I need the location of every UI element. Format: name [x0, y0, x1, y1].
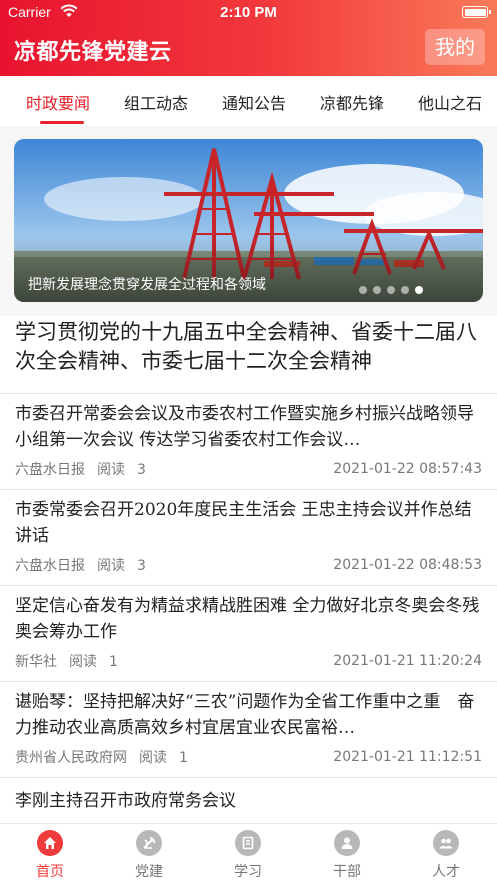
news-item[interactable]: 坚定信心奋发有为精益求精战胜困难 全力做好北京冬奥会冬残奥会筹办工作 新华社 阅读…	[0, 585, 497, 681]
tabbar-label: 人才	[432, 864, 460, 880]
tabbar-item-party[interactable]: 党建	[119, 830, 179, 881]
news-title[interactable]: 李刚主持召开市政府常务会议	[15, 786, 236, 811]
featured-headline[interactable]: 学习贯彻党的十九届五中全会精神、省委十二届八次全会精神、市委七届十二次全会精神	[15, 318, 485, 376]
tabbar-item-home[interactable]: 首页	[20, 830, 80, 881]
tabbar-label: 学习	[234, 864, 262, 880]
tabbar-label: 党建	[135, 864, 163, 880]
read-label: 阅读	[97, 558, 125, 574]
party-emblem-icon	[136, 830, 162, 856]
read-count: 1	[109, 654, 118, 670]
read-label: 阅读	[97, 462, 125, 478]
carousel-dot[interactable]	[401, 286, 409, 294]
read-count: 1	[179, 750, 188, 766]
news-time: 2021-01-22 08:57:43	[333, 461, 482, 477]
tabbar-item-talent[interactable]: 人才	[416, 830, 476, 881]
tab-org-work[interactable]: 组工动态	[124, 90, 188, 114]
news-time: 2021-01-22 08:48:53	[333, 557, 482, 573]
news-item[interactable]: 市委召开常委会会议及市委农村工作暨实施乡村振兴战略领导小组第一次会议 传达学习省…	[0, 393, 497, 489]
news-title: 市委召开常委会会议及市委农村工作暨实施乡村振兴战略领导小组第一次会议 传达学习省…	[15, 404, 474, 450]
read-count: 3	[137, 558, 146, 574]
news-item[interactable]: 谌贻琴：坚持把解决好“三农”问题作为全省工作重中之重 奋力推动农业高质高效乡村宜…	[0, 681, 497, 777]
tabbar-item-study[interactable]: 学习	[218, 830, 278, 881]
tab-politics-news[interactable]: 时政要闻	[26, 90, 90, 114]
news-item[interactable]: 市委常委会召开2020年度民主生活会 王忠主持会议并作总结讲话 六盘水日报 阅读 3…	[0, 489, 497, 585]
bottom-tab-bar: 首页 党建 学习 干部 人才	[0, 823, 497, 883]
news-source: 六盘水日报	[15, 558, 85, 574]
news-meta: 新华社 阅读 1	[15, 651, 130, 671]
news-source: 六盘水日报	[15, 462, 85, 478]
banner-caption: 把新发展理念贯穿发展全过程和各领域	[28, 277, 266, 293]
home-icon	[37, 830, 63, 856]
category-tabs: 时政要闻 组工动态 通知公告 凉都先锋 他山之石	[0, 76, 497, 126]
battery-icon	[462, 6, 491, 18]
mine-button[interactable]: 我的	[425, 29, 485, 65]
read-label: 阅读	[69, 654, 97, 670]
news-meta: 贵州省人民政府网 阅读 1	[15, 747, 200, 767]
news-time: 2021-01-21 11:20:24	[333, 653, 482, 669]
news-meta: 六盘水日报 阅读 3	[15, 555, 158, 575]
cadre-icon	[334, 830, 360, 856]
carousel-dots	[353, 279, 423, 294]
tab-other-mountains[interactable]: 他山之石	[418, 90, 482, 114]
tab-liangdu-pioneer[interactable]: 凉都先锋	[320, 90, 384, 114]
active-tab-indicator	[40, 121, 84, 124]
app-header: Carrier 2:10 PM 凉都先锋党建云 我的	[0, 0, 497, 76]
banner-carousel[interactable]: 把新发展理念贯穿发展全过程和各领域	[14, 139, 483, 302]
tabbar-item-cadre[interactable]: 干部	[317, 830, 377, 881]
news-title: 市委常委会召开2020年度民主生活会 王忠主持会议并作总结讲话	[15, 500, 472, 546]
carousel-dot[interactable]	[387, 286, 395, 294]
divider	[0, 777, 497, 778]
news-source: 贵州省人民政府网	[15, 750, 127, 766]
book-icon	[235, 830, 261, 856]
talent-icon	[433, 830, 459, 856]
carousel-dot[interactable]	[359, 286, 367, 294]
status-time: 2:10 PM	[220, 4, 277, 21]
app-title: 凉都先锋党建云	[14, 40, 172, 65]
read-count: 3	[137, 462, 146, 478]
news-meta: 六盘水日报 阅读 3	[15, 459, 158, 479]
tabbar-label: 干部	[333, 864, 361, 880]
news-title: 坚定信心奋发有为精益求精战胜困难 全力做好北京冬奥会冬残奥会筹办工作	[15, 596, 480, 642]
news-source: 新华社	[15, 654, 57, 670]
tab-notices[interactable]: 通知公告	[222, 90, 286, 114]
read-label: 阅读	[139, 750, 167, 766]
news-title: 谌贻琴：坚持把解决好“三农”问题作为全省工作重中之重 奋力推动农业高质高效乡村宜…	[15, 692, 475, 738]
tabbar-label: 首页	[36, 864, 64, 880]
news-time: 2021-01-21 11:12:51	[333, 749, 482, 765]
status-bar: Carrier 2:10 PM	[0, 0, 497, 24]
carousel-dot[interactable]	[373, 286, 381, 294]
carousel-dot-active[interactable]	[415, 286, 423, 294]
